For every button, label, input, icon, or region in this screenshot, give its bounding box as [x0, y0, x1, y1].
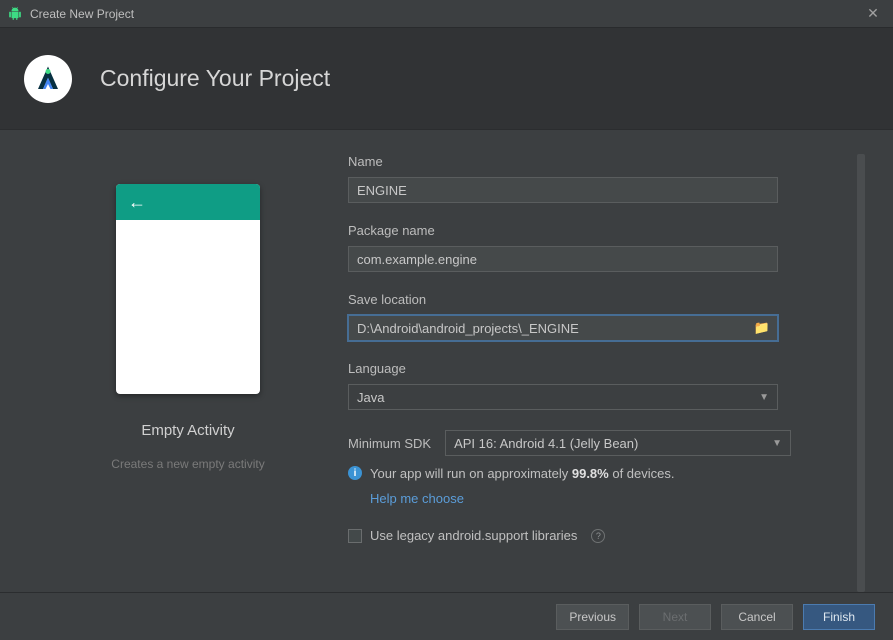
sdk-label: Minimum SDK	[348, 436, 431, 451]
location-label: Save location	[348, 292, 855, 307]
sdk-value: API 16: Android 4.1 (Jelly Bean)	[454, 436, 638, 451]
preview-appbar: ←	[116, 184, 260, 220]
template-preview-column: ← Empty Activity Creates a new empty act…	[28, 154, 348, 592]
android-logo-icon	[8, 6, 22, 22]
chevron-down-icon: ▼	[772, 438, 782, 449]
location-input[interactable]	[348, 315, 778, 341]
sdk-group: Minimum SDK API 16: Android 4.1 (Jelly B…	[348, 430, 855, 506]
page-title: Configure Your Project	[100, 65, 330, 92]
sdk-info-text: Your app will run on approximately 99.8%…	[370, 466, 675, 481]
template-name: Empty Activity	[141, 422, 234, 439]
window-title: Create New Project	[30, 7, 861, 21]
language-value: Java	[357, 390, 384, 405]
sdk-select[interactable]: API 16: Android 4.1 (Jelly Bean) ▼	[445, 430, 791, 456]
back-arrow-icon: ←	[128, 192, 146, 213]
language-label: Language	[348, 361, 855, 376]
title-bar: Create New Project ✕	[0, 0, 893, 28]
finish-button[interactable]: Finish	[803, 604, 875, 630]
package-group: Package name	[348, 223, 855, 272]
android-studio-logo	[24, 55, 72, 103]
cancel-button[interactable]: Cancel	[721, 604, 793, 630]
name-group: Name	[348, 154, 855, 203]
wizard-body: ← Empty Activity Creates a new empty act…	[0, 130, 893, 592]
form-column: Name Package name Save location 📁 Langua…	[348, 154, 865, 592]
package-input[interactable]	[348, 246, 778, 272]
package-label: Package name	[348, 223, 855, 238]
previous-button[interactable]: Previous	[556, 604, 629, 630]
browse-folder-icon[interactable]: 📁	[754, 320, 770, 336]
language-group: Language Java ▼	[348, 361, 855, 410]
language-select[interactable]: Java ▼	[348, 384, 778, 410]
phone-preview: ←	[116, 184, 260, 394]
help-me-choose-link[interactable]: Help me choose	[370, 491, 464, 506]
sdk-info-row: i Your app will run on approximately 99.…	[348, 466, 855, 481]
legacy-libs-checkbox[interactable]	[348, 529, 362, 543]
name-label: Name	[348, 154, 855, 169]
next-button: Next	[639, 604, 711, 630]
name-input[interactable]	[348, 177, 778, 203]
scrollbar[interactable]	[857, 154, 865, 592]
close-icon[interactable]: ✕	[861, 5, 885, 22]
chevron-down-icon: ▼	[759, 392, 769, 403]
help-icon[interactable]: ?	[591, 529, 605, 543]
legacy-libs-row: Use legacy android.support libraries ?	[348, 528, 855, 543]
legacy-libs-label: Use legacy android.support libraries	[370, 528, 577, 543]
location-group: Save location 📁	[348, 292, 855, 341]
wizard-footer: Previous Next Cancel Finish	[0, 592, 893, 640]
info-icon: i	[348, 466, 362, 480]
template-description: Creates a new empty activity	[111, 457, 264, 471]
wizard-header: Configure Your Project	[0, 28, 893, 130]
